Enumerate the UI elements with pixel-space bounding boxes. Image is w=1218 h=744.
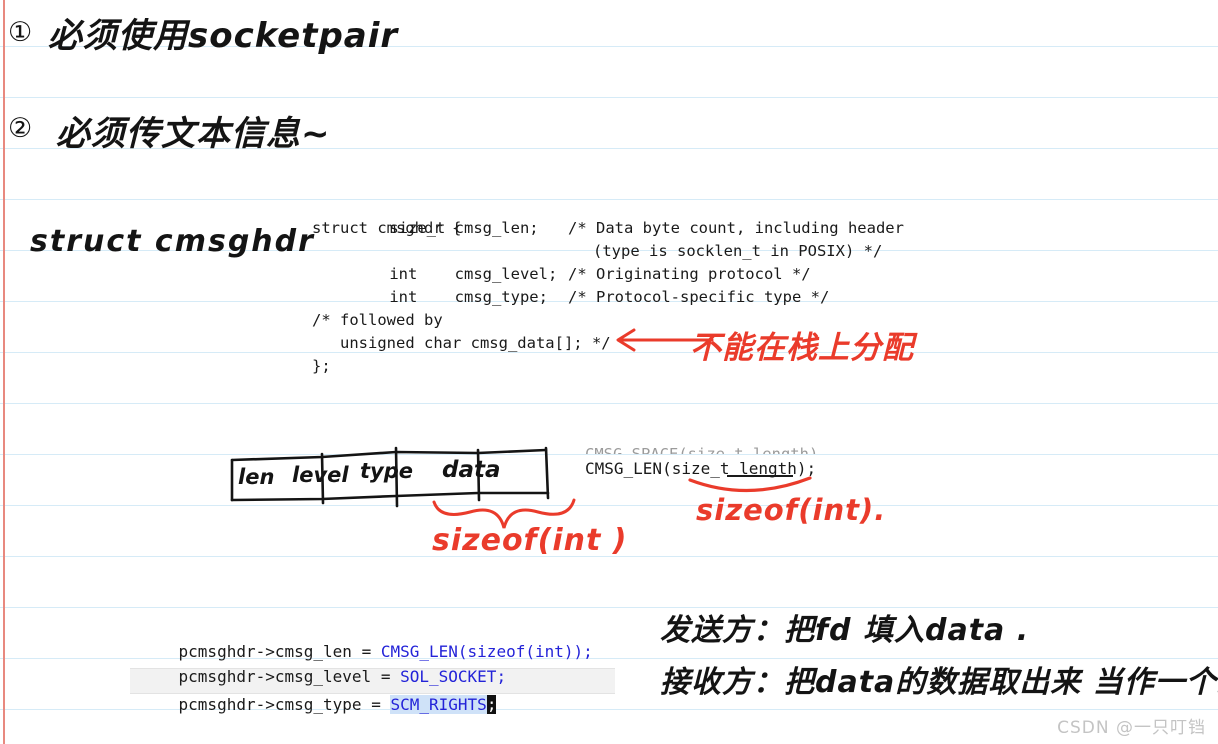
red-annotation-sizeof-cmsg: sizeof(int). [696, 493, 887, 527]
code-bottom-line-3-lhs: pcmsghdr->cmsg_type [178, 695, 362, 714]
struct-cmsghdr-label: struct cmsghdr [30, 224, 315, 259]
code-line-6: /* followed by [312, 311, 443, 329]
csdn-watermark: CSDN @一只叮铛 [1057, 718, 1206, 738]
ws-dot [362, 695, 372, 714]
code-line-3-comment: (type is socklen_t in POSIX) */ [593, 242, 883, 260]
code-line-clipped-above: CMSG_SPACE(size_t length) [585, 445, 819, 454]
diagram-cell-len: len [238, 465, 275, 489]
note-item-2-number: ② [8, 113, 33, 144]
diagram-cell-level: level [292, 463, 349, 487]
rule-line [0, 505, 1218, 506]
margin-rule [3, 0, 5, 744]
note-item-1-text: 必须使用socketpair [48, 16, 399, 56]
note-item-2-text: 必须传文本信息~ [56, 114, 331, 154]
code-line-5-code: int cmsg_type; [352, 288, 548, 306]
code-bottom-line-3-op: = [371, 695, 381, 714]
code-line-2-code: size_t cmsg_len; [352, 219, 539, 237]
code-line-8: }; [312, 357, 331, 375]
code-line-4-comment: /* Originating protocol */ [568, 265, 811, 283]
diagram-cell-type: type [360, 459, 414, 483]
code-bottom-line-3[interactable]: pcmsghdr->cmsg_type = SCM_RIGHTS; [140, 670, 497, 739]
note-item-1-number: ① [8, 17, 33, 48]
code-bottom-line-3-value[interactable]: SCM_RIGHTS [390, 695, 487, 714]
diagram-cell-data: data [442, 457, 501, 483]
red-annotation-sizeof-box: sizeof(int ) [432, 523, 628, 558]
notebook-page: ① 必须使用socketpair ② 必须传文本信息~ struct cmsgh… [0, 0, 1218, 744]
code-line-7: unsigned char cmsg_data[]; */ [312, 334, 611, 352]
red-annotation-stack: 不能在栈上分配 [690, 330, 914, 366]
rule-line [0, 607, 1218, 608]
rule-line [0, 199, 1218, 200]
code-line-2-comment: /* Data byte count, including header [568, 219, 904, 237]
text-cursor: ; [486, 695, 497, 714]
code-line-5-comment: /* Protocol-specific type */ [568, 288, 830, 306]
handwritten-sender-note: 发送方：把fd 填入data . [660, 613, 1030, 648]
rule-line [0, 403, 1218, 404]
handwritten-receiver-note: 接收方：把data的数据取出来 当作一个int . [660, 665, 1218, 700]
rule-line [0, 97, 1218, 98]
rule-line [0, 454, 1218, 455]
code-line-4-code: int cmsg_level; [352, 265, 558, 283]
